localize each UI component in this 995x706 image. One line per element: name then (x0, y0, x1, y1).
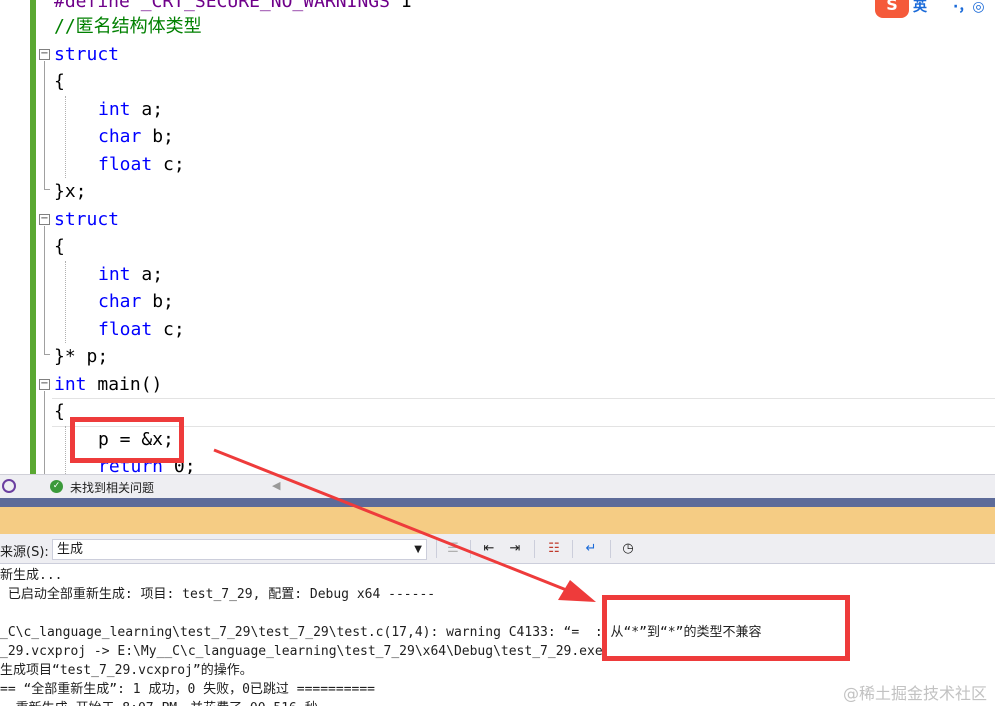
toolbar-separator (610, 540, 611, 558)
fold-guide-end (44, 189, 50, 190)
code-token: a; (130, 99, 164, 120)
issues-status-text[interactable]: 未找到相关问题 (70, 479, 154, 496)
code-token: struct (54, 209, 120, 230)
editor-gutter (0, 0, 30, 474)
output-source-select[interactable]: 生成 ▼ (52, 539, 427, 560)
code-line[interactable]: { (54, 68, 65, 95)
output-line: - 重新生成 开始于 8:07 PM，并花费了 00.516 秒 -------… (0, 699, 404, 706)
input-method-extra[interactable]: ·，◎ (953, 0, 985, 16)
output-toolbar: 来源(S): 生成 ▼ ☰ ⇤ ⇥ ☷ ↵ ◷ (0, 534, 995, 564)
code-token: int (98, 99, 131, 120)
clock-icon[interactable]: ◷ (617, 539, 639, 559)
fold-guide (44, 61, 45, 189)
code-line[interactable]: { (54, 233, 65, 260)
code-line[interactable]: struct (54, 41, 119, 68)
output-panel-header (0, 507, 995, 534)
previous-message-icon[interactable]: ⇤ (478, 539, 500, 559)
toolbar-separator (470, 540, 471, 558)
word-wrap-icon[interactable]: ↵ (580, 539, 602, 559)
fold-toggle-icon[interactable]: − (39, 214, 50, 225)
code-line[interactable]: float c; (98, 316, 185, 343)
code-token: float (98, 154, 153, 175)
code-token: { (54, 401, 65, 422)
intellicode-icon[interactable] (2, 479, 16, 493)
watermark: @稀土掘金技术社区 (842, 684, 987, 703)
code-line[interactable]: }x; (54, 178, 87, 205)
code-token: c; (152, 154, 185, 175)
check-icon: ✓ (50, 480, 63, 493)
code-line[interactable]: float c; (98, 151, 185, 178)
find-message-icon[interactable]: ☰ (442, 539, 464, 559)
code-token: main() (86, 374, 163, 395)
code-token: 1 (389, 0, 412, 12)
code-token: { (54, 236, 65, 257)
code-line[interactable]: char b; (98, 123, 174, 150)
output-line: 新生成... (0, 568, 63, 583)
highlight-box-code (70, 417, 184, 463)
toolbar-separator (436, 540, 437, 558)
indent-guide (65, 426, 66, 474)
code-line[interactable]: int a; (98, 261, 163, 288)
editor-status-strip: ✓ 未找到相关问题 ◀ (0, 474, 995, 498)
code-token: a; (130, 264, 164, 285)
input-method-label[interactable]: 英 (913, 0, 927, 16)
output-source-value: 生成 (57, 542, 84, 557)
clear-all-icon[interactable]: ☷ (543, 539, 565, 559)
scroll-left-icon[interactable]: ◀ (272, 479, 280, 492)
code-line[interactable]: //匿名结构体类型 (54, 13, 202, 40)
panel-divider[interactable] (0, 498, 995, 507)
code-token: }* p; (54, 346, 109, 367)
code-token: b; (141, 291, 174, 312)
fold-toggle-icon[interactable]: − (39, 49, 50, 60)
code-token: b; (141, 126, 174, 147)
code-token: int (98, 264, 131, 285)
code-token: { (54, 71, 65, 92)
chevron-down-icon: ▼ (414, 544, 422, 555)
code-line[interactable]: char b; (98, 288, 174, 315)
output-line: 已启动全部重新生成: 项目: test_7_29, 配置: Debug x64 … (0, 587, 436, 602)
output-line: 生成项目“test_7_29.vcxproj”的操作。 (0, 663, 253, 678)
highlight-box-warning (602, 595, 850, 661)
next-message-icon[interactable]: ⇥ (504, 539, 526, 559)
indent-guide (65, 261, 66, 343)
fold-guide-end (44, 354, 50, 355)
code-token: char (98, 126, 142, 147)
code-editor[interactable]: − − − #define _CRT_SECURE_NO_WARNINGS 1 /… (0, 0, 995, 474)
toolbar-separator (572, 540, 573, 558)
fold-toggle-icon[interactable]: − (39, 379, 50, 390)
code-token: c; (152, 319, 185, 340)
fold-guide (44, 226, 45, 354)
indent-guide (65, 96, 66, 178)
app-badge[interactable]: S 英 ·，◎ (875, 0, 995, 18)
code-line[interactable]: { (54, 398, 65, 425)
code-token: //匿名结构体类型 (54, 16, 202, 37)
code-token: int (54, 374, 87, 395)
fold-guide (44, 391, 45, 474)
app-logo-icon[interactable]: S (875, 0, 909, 18)
code-token: _CRT_SECURE_NO_WARNINGS (140, 0, 390, 12)
code-token: char (98, 291, 142, 312)
output-line: == “全部重新生成”: 1 成功，0 失败，0已跳过 ========== (0, 682, 376, 697)
code-line[interactable]: struct (54, 206, 119, 233)
code-token: float (98, 319, 153, 340)
code-token: struct (54, 44, 120, 65)
output-line: _29.vcxproj -> E:\My__C\c_language_learn… (0, 644, 603, 659)
code-line[interactable]: int a; (98, 96, 163, 123)
code-area[interactable]: − − − #define _CRT_SECURE_NO_WARNINGS 1 /… (36, 0, 995, 474)
code-token: }x; (54, 181, 87, 202)
code-token: #define (54, 0, 141, 12)
toolbar-separator (534, 540, 535, 558)
source-label: 来源(S): (0, 545, 49, 560)
code-line[interactable]: }* p; (54, 343, 108, 370)
code-line[interactable]: int main() (54, 371, 162, 398)
